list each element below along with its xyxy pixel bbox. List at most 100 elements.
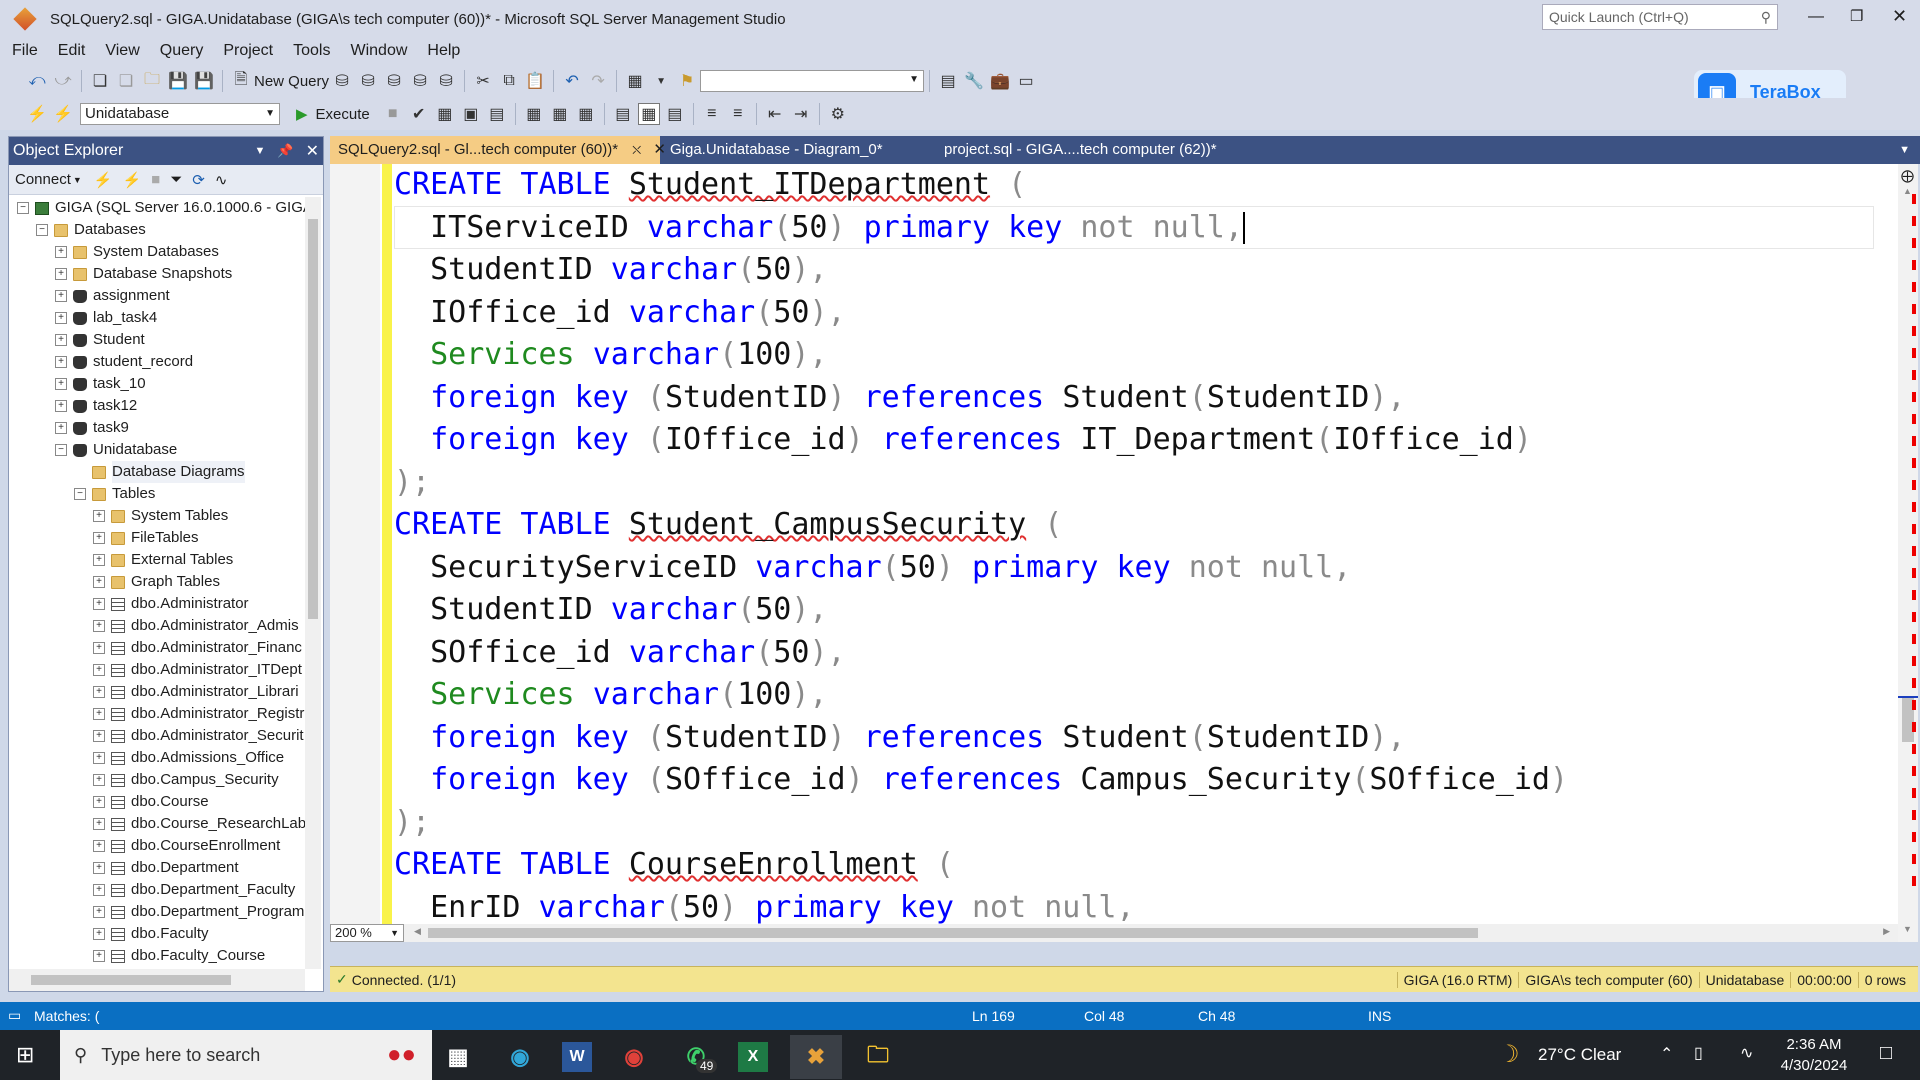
weather-text[interactable]: 27°C Clear: [1538, 1045, 1621, 1065]
editor-vertical-scrollbar[interactable]: ⨁ ▲ ▼: [1898, 164, 1918, 942]
results-to-file-icon[interactable]: ▤: [664, 103, 686, 125]
code-line[interactable]: );: [394, 462, 1874, 505]
results-to-grid-icon[interactable]: ▦: [637, 103, 660, 125]
minimize-button[interactable]: —: [1808, 8, 1824, 26]
expand-icon[interactable]: +: [55, 356, 67, 368]
tree-node[interactable]: + Graph Tables: [9, 571, 305, 593]
expand-icon[interactable]: +: [93, 796, 105, 808]
tree-node[interactable]: − Tables: [9, 483, 305, 505]
tree-node[interactable]: + External Tables: [9, 549, 305, 571]
decrease-indent-icon[interactable]: ⇤: [764, 103, 786, 125]
menu-window[interactable]: Window: [340, 38, 417, 64]
scroll-left-icon[interactable]: ◀: [414, 926, 421, 937]
close-icon[interactable]: ✕: [306, 141, 319, 161]
display-plan-icon[interactable]: ▦: [434, 103, 456, 125]
code-line[interactable]: IOffice_id varchar(50),: [394, 292, 1874, 335]
refresh-icon[interactable]: ⟳: [192, 171, 205, 189]
menu-project[interactable]: Project: [213, 38, 283, 64]
code-line[interactable]: StudentID varchar(50),: [394, 249, 1874, 292]
close-button[interactable]: ✕: [1892, 6, 1907, 27]
stop-icon[interactable]: ■: [151, 171, 160, 188]
scroll-right-icon[interactable]: ▶: [1883, 926, 1890, 937]
cut-icon[interactable]: ✂: [472, 70, 494, 92]
quick-launch-input[interactable]: Quick Launch (Ctrl+Q): [1549, 9, 1689, 25]
tree-node[interactable]: + dbo.Administrator_Securit: [9, 725, 305, 747]
expand-icon[interactable]: +: [55, 378, 67, 390]
code-line[interactable]: );: [394, 802, 1874, 845]
tree-node[interactable]: + dbo.Campus_Security: [9, 769, 305, 791]
find-icon[interactable]: ⚑: [676, 70, 698, 92]
pin-icon[interactable]: 📌: [277, 143, 293, 159]
increase-indent-icon[interactable]: ⇥: [790, 103, 812, 125]
chevron-up-icon[interactable]: ⌃: [1660, 1044, 1673, 1064]
expand-icon[interactable]: +: [55, 400, 67, 412]
tree-scroll-thumb[interactable]: [308, 219, 318, 619]
paste-icon[interactable]: 📋: [524, 70, 546, 92]
menu-view[interactable]: View: [95, 38, 149, 64]
expand-icon[interactable]: +: [55, 246, 67, 258]
expand-icon[interactable]: +: [93, 818, 105, 830]
tree-node[interactable]: + dbo.Department_Program: [9, 901, 305, 923]
clock[interactable]: 2:36 AM 4/30/2024: [1766, 1034, 1862, 1076]
collapse-icon[interactable]: −: [17, 202, 29, 214]
activity-icon[interactable]: ∿: [215, 171, 228, 189]
expand-icon[interactable]: +: [93, 862, 105, 874]
code-line[interactable]: −CREATE TABLE CourseEnrollment (: [394, 844, 1874, 887]
windows-start-icon[interactable]: ⊞: [16, 1042, 34, 1068]
save-icon[interactable]: 💾: [167, 70, 189, 92]
expand-icon[interactable]: +: [55, 422, 67, 434]
disconnect-icon[interactable]: ⚡: [122, 171, 141, 189]
editor-hscroll-thumb[interactable]: [428, 928, 1478, 938]
code-line[interactable]: foreign key (StudentID) references Stude…: [394, 377, 1874, 420]
registered-servers-icon[interactable]: ▤: [937, 70, 959, 92]
expand-icon[interactable]: +: [93, 730, 105, 742]
menu-file[interactable]: File: [2, 38, 48, 64]
execute-button[interactable]: ▶ Execute: [296, 105, 370, 124]
forward-icon[interactable]: ⤻: [52, 70, 74, 92]
whatsapp-app[interactable]: ✆ 49: [676, 1037, 718, 1077]
tree-hscroll-thumb[interactable]: [31, 975, 231, 985]
tree-node[interactable]: + dbo.Administrator_Registr: [9, 703, 305, 725]
word-icon[interactable]: W: [562, 1042, 592, 1072]
code-line[interactable]: SecurityServiceID varchar(50) primary ke…: [394, 547, 1874, 590]
results-to-icon[interactable]: ▤: [486, 103, 508, 125]
expand-icon[interactable]: +: [93, 906, 105, 918]
menu-query[interactable]: Query: [150, 38, 214, 64]
new-project-icon[interactable]: ❏: [89, 70, 111, 92]
tree-node[interactable]: + dbo.Department: [9, 857, 305, 879]
tree-node[interactable]: + dbo.CourseEnrollment: [9, 835, 305, 857]
expand-icon[interactable]: +: [55, 312, 67, 324]
battery-icon[interactable]: ▯: [1694, 1043, 1703, 1063]
expand-icon[interactable]: +: [93, 686, 105, 698]
specify-values-icon[interactable]: ⚙: [827, 103, 849, 125]
code-line[interactable]: Services varchar(100),: [394, 674, 1874, 717]
tree-node[interactable]: + Student: [9, 329, 305, 351]
window-layout-icon[interactable]: ▭: [1015, 70, 1037, 92]
menu-tools[interactable]: Tools: [283, 38, 340, 64]
undo-icon[interactable]: ↶: [561, 70, 583, 92]
tree-node[interactable]: + dbo.Department_Faculty: [9, 879, 305, 901]
redo-icon[interactable]: ↷: [587, 70, 609, 92]
tree-node[interactable]: + dbo.Faculty_Course: [9, 945, 305, 967]
query-designer-icon[interactable]: ▣: [460, 103, 482, 125]
expand-icon[interactable]: +: [93, 884, 105, 896]
file-explorer-icon[interactable]: 🗀: [858, 1037, 898, 1077]
expand-icon[interactable]: +: [93, 950, 105, 962]
add-item-icon[interactable]: ❏: [115, 70, 137, 92]
tree-node[interactable]: Database Diagrams: [9, 461, 305, 483]
tree-node[interactable]: − Unidatabase: [9, 439, 305, 461]
tree-node[interactable]: + dbo.Course_ResearchLab: [9, 813, 305, 835]
expand-icon[interactable]: +: [55, 290, 67, 302]
expand-icon[interactable]: +: [93, 554, 105, 566]
tree-node[interactable]: + task9: [9, 417, 305, 439]
menu-help[interactable]: Help: [417, 38, 470, 64]
sql-editor[interactable]: −CREATE TABLE Student_ITDepartment ( ITS…: [330, 164, 1918, 942]
tree-node[interactable]: + Database Snapshots: [9, 263, 305, 285]
pin-icon[interactable]: ⛌: [632, 143, 641, 157]
tree-node[interactable]: + System Tables: [9, 505, 305, 527]
copy-icon[interactable]: ⧉: [498, 70, 520, 92]
expand-icon[interactable]: +: [93, 598, 105, 610]
tree-node[interactable]: + task12: [9, 395, 305, 417]
database-dropdown[interactable]: Unidatabase ▼: [80, 103, 280, 125]
parse-checkmark-icon[interactable]: ✔: [408, 103, 430, 125]
